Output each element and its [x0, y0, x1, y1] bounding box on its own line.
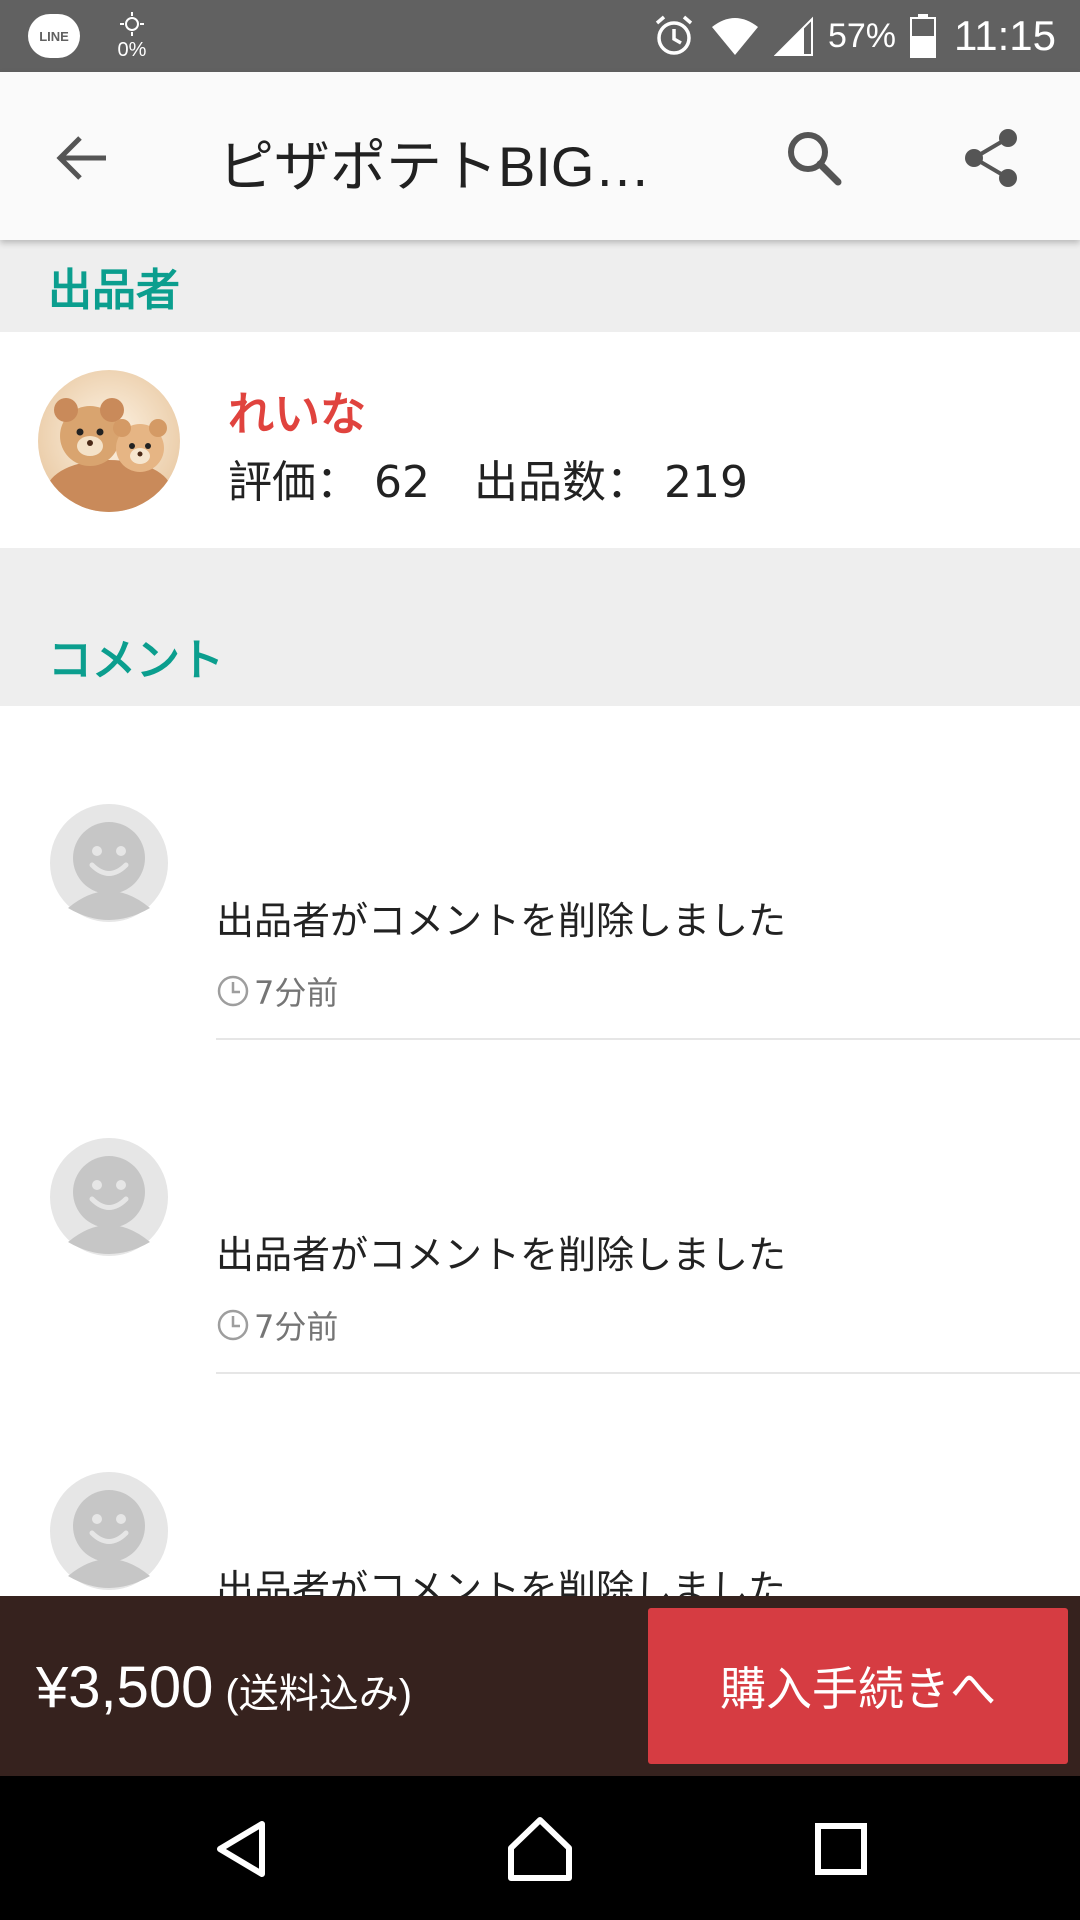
back-button[interactable]	[50, 126, 114, 190]
comment-item: 出品者がコメントを削除しました 7分前	[0, 1040, 1080, 1374]
nav-back-icon	[217, 1821, 265, 1877]
seller-name: れいな	[228, 387, 366, 441]
buy-button[interactable]: 購入手続きへ	[648, 1608, 1068, 1764]
search-button[interactable]	[780, 124, 848, 192]
default-user-avatar-icon	[50, 1138, 168, 1256]
clock-icon	[217, 1309, 249, 1341]
page-title: ピザポテトBIG…	[218, 135, 651, 198]
price: ¥3,500 (送料込み)	[36, 1654, 412, 1721]
comment-timestamp: 7分前	[216, 968, 338, 1014]
comment-time-label: 7分前	[254, 974, 339, 1012]
comment-time-label: 7分前	[254, 1308, 339, 1346]
nav-home-button[interactable]	[505, 1814, 575, 1884]
comments-section-header: コメント	[0, 548, 1080, 706]
price-shipping-note: (送料込み)	[225, 1672, 413, 1716]
seller-stats: 評価： 62 出品数： 219	[228, 457, 748, 508]
comment-text: 出品者がコメントを削除しました	[216, 899, 787, 943]
share-button[interactable]	[958, 124, 1026, 192]
seller-avatar[interactable]	[38, 370, 180, 512]
seller-card[interactable]: れいな 評価： 62 出品数： 219	[0, 332, 1080, 548]
comment-item: 出品者がコメントを削除しました 7分前	[0, 706, 1080, 1040]
battery-icon	[910, 14, 936, 58]
status-bar: LINE 0% 57% 11:15	[0, 0, 1080, 72]
wifi-icon	[711, 18, 758, 55]
nav-recents-icon	[815, 1823, 867, 1875]
default-user-avatar-icon	[50, 1472, 168, 1590]
brightness-icon	[120, 12, 144, 36]
comment-avatar[interactable]	[50, 1472, 168, 1590]
purchase-bar: ¥3,500 (送料込み) 購入手続きへ	[0, 1596, 1080, 1776]
seller-section-title: 出品者	[48, 265, 180, 316]
nav-home-icon	[508, 1817, 572, 1881]
cell-signal-icon	[773, 16, 813, 56]
comment-avatar[interactable]	[50, 1138, 168, 1256]
search-icon	[788, 132, 842, 186]
comment-avatar[interactable]	[50, 804, 168, 922]
system-nav-bar	[0, 1776, 1080, 1920]
nav-recents-button[interactable]	[806, 1814, 876, 1884]
back-arrow-icon	[56, 136, 106, 180]
clock-icon	[217, 975, 249, 1007]
app-bar: ピザポテトBIG…	[0, 72, 1080, 240]
comments-section-title: コメント	[48, 635, 224, 686]
brightness-value: 0%	[117, 39, 147, 61]
comment-text: 出品者がコメントを削除しました	[216, 1233, 787, 1277]
nav-back-button[interactable]	[206, 1814, 276, 1884]
brightness-indicator: 0%	[112, 12, 152, 60]
comment-timestamp: 7分前	[216, 1302, 338, 1348]
seller-section-header: 出品者	[0, 240, 1080, 332]
share-icon	[965, 129, 1017, 187]
price-amount: ¥3,500	[36, 1655, 214, 1720]
clock-time: 11:15	[954, 12, 1056, 59]
battery-percent: 57%	[827, 16, 896, 55]
line-app-icon: LINE	[28, 14, 80, 58]
default-user-avatar-icon	[50, 804, 168, 922]
alarm-icon	[655, 15, 693, 55]
teddy-bears-avatar-image	[38, 370, 180, 512]
